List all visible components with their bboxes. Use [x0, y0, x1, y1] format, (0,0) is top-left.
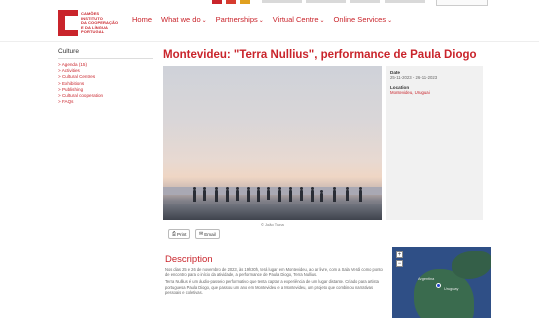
print-button[interactable]: ⎙ Print: [168, 229, 191, 239]
chevron-down-icon: ⌄: [387, 18, 393, 24]
nav-item-what-we-do[interactable]: What we do⌄: [161, 15, 207, 29]
top-utility-strip: [0, 0, 539, 6]
chevron-down-icon: ⌄: [319, 18, 325, 24]
header-divider: [0, 41, 539, 42]
main-nav: Home What we do⌄ Partnerships⌄ Virtual C…: [132, 15, 392, 29]
search-input[interactable]: [436, 0, 488, 6]
utility-link[interactable]: [385, 0, 425, 3]
flag-icon[interactable]: [226, 0, 236, 4]
location-map[interactable]: + − Argentina Uruguay: [392, 247, 491, 318]
zoom-in-button[interactable]: +: [396, 251, 403, 258]
camoes-logo[interactable]: CAMÕES INSTITUTO DA COOPERAÇÃO E DA LÍNG…: [58, 10, 120, 38]
map-label: Uruguay: [444, 287, 459, 291]
flag-icon[interactable]: [212, 0, 222, 4]
nav-item-online-services[interactable]: Online Services⌄: [334, 15, 393, 29]
zoom-out-button[interactable]: −: [396, 260, 403, 267]
logo-text: CAMÕES INSTITUTO DA COOPERAÇÃO E DA LÍNG…: [81, 11, 119, 34]
nav-item-home[interactable]: Home: [132, 15, 152, 29]
map-label: Argentina: [418, 277, 435, 281]
utility-link[interactable]: [350, 0, 380, 3]
chevron-down-icon: ⌄: [201, 18, 207, 24]
chevron-down-icon: ⌄: [258, 18, 264, 24]
photo-credit: © João Tuna: [261, 222, 284, 227]
event-photo: [163, 66, 382, 220]
email-button[interactable]: ✉ Email: [195, 229, 220, 239]
date-value: 25-11-2023 - 26-11-2023: [390, 75, 438, 80]
description-title: Description: [165, 254, 213, 265]
sidebar-title: Culture: [58, 48, 153, 59]
page-title: Montevideu: "Terra Nullius", performance…: [163, 49, 477, 61]
nav-item-partnerships[interactable]: Partnerships⌄: [216, 15, 264, 29]
description-body: Nos dias 25 e 26 de novembro de 2023, às…: [165, 267, 383, 295]
utility-link[interactable]: [306, 0, 346, 3]
utility-link[interactable]: [262, 0, 302, 3]
sidebar-item-faqs[interactable]: > FAQs: [58, 99, 153, 105]
sidebar: Culture > Agenda (15) > Activities > Cul…: [58, 48, 153, 105]
map-pin-icon[interactable]: [436, 283, 441, 288]
event-info-box: Date 25-11-2023 - 26-11-2023 Location Mo…: [386, 66, 483, 220]
print-icon: ⎙: [172, 231, 177, 237]
nav-item-virtual-centre[interactable]: Virtual Centre⌄: [273, 15, 325, 29]
logo-mark-icon: [58, 10, 78, 36]
location-link[interactable]: Montevideu, Uruguai: [390, 90, 479, 95]
flag-icon[interactable]: [240, 0, 250, 4]
email-icon: ✉: [199, 231, 204, 237]
